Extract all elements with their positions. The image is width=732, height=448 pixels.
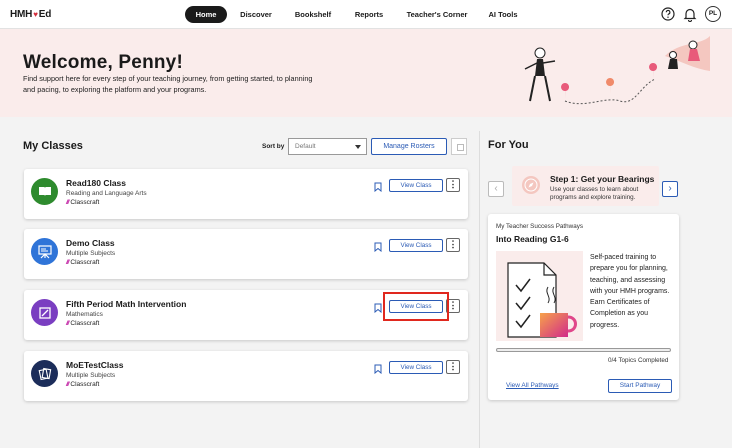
view-class-button[interactable]: View Class (389, 361, 443, 374)
nav-teachers-corner[interactable]: Teacher's Corner (402, 6, 472, 23)
pathway-description: Self-paced training to prepare you for p… (590, 254, 670, 329)
nav-home[interactable]: Home (185, 6, 227, 23)
welcome-banner: Welcome, Penny! Find support here for ev… (0, 29, 732, 117)
checklist-illustration (496, 251, 583, 341)
class-card-moetestclass: MoETestClass Multiple Subjects ///Classc… (24, 351, 468, 401)
nav-bookshelf[interactable]: Bookshelf (290, 6, 336, 23)
topics-completed: 0/4 Topics Completed (608, 357, 669, 364)
chevron-down-icon (355, 145, 361, 149)
more-options-icon[interactable]: ⋮ (446, 238, 460, 252)
column-divider (479, 131, 480, 448)
more-options-icon[interactable]: ⋮ (446, 360, 460, 374)
top-navigation: HMH♥Ed Home Discover Bookshelf Reports T… (0, 0, 732, 29)
compass-icon (522, 176, 540, 194)
classcraft-badge: ///Classcraft (66, 381, 100, 388)
view-class-button[interactable]: View Class (389, 179, 443, 192)
bell-icon[interactable] (682, 6, 698, 22)
step-description: Use your classes to learn about programs… (550, 186, 639, 201)
sort-label: Sort by (262, 143, 285, 150)
bookmark-icon[interactable] (374, 303, 382, 313)
my-classes-title: My Classes (23, 140, 83, 152)
start-pathway-button[interactable]: Start Pathway (608, 379, 672, 393)
classcraft-badge: ///Classcraft (66, 320, 100, 327)
page-title: Welcome, Penny! (23, 52, 183, 73)
carousel-prev-icon[interactable]: ‹ (488, 181, 504, 197)
cards-icon (31, 360, 58, 387)
pathway-title: Into Reading G1-6 (496, 234, 569, 244)
bookmark-icon[interactable] (374, 242, 382, 252)
pathway-progress-bar (496, 348, 671, 352)
layout-toggle-button[interactable] (451, 138, 467, 155)
class-name[interactable]: Read180 Class (66, 178, 126, 188)
heart-logo-icon: ♥ (33, 10, 38, 19)
more-options-icon[interactable]: ⋮ (446, 178, 460, 192)
pathway-label: My Teacher Success Pathways (496, 223, 584, 230)
nav-ai-tools[interactable]: AI Tools (484, 6, 522, 23)
classcraft-logo-icon: /// (66, 259, 70, 266)
class-card-demo: Demo Class Multiple Subjects ///Classcra… (24, 229, 468, 279)
math-icon (31, 299, 58, 326)
classcraft-logo-icon: /// (66, 320, 70, 327)
class-subject: Mathematics (66, 311, 103, 318)
carousel-next-icon[interactable]: › (662, 181, 678, 197)
nav-discover[interactable]: Discover (236, 6, 276, 23)
sort-select[interactable]: Default (288, 138, 367, 155)
class-subject: Multiple Subjects (66, 250, 116, 257)
class-name[interactable]: MoETestClass (66, 360, 123, 370)
class-subject: Multiple Subjects (66, 372, 116, 379)
bookmark-icon[interactable] (374, 364, 382, 374)
book-icon (31, 178, 58, 205)
hmh-ed-logo[interactable]: HMH♥Ed (10, 9, 51, 20)
nav-reports[interactable]: Reports (350, 6, 388, 23)
journey-illustration (524, 36, 710, 105)
classcraft-logo-icon: /// (66, 199, 70, 206)
classcraft-logo-icon: /// (66, 381, 70, 388)
class-name[interactable]: Fifth Period Math Intervention (66, 299, 186, 309)
welcome-subtitle: Find support here for every step of your… (23, 74, 313, 94)
view-all-pathways-link[interactable]: View All Pathways (506, 382, 559, 389)
view-class-button[interactable]: View Class (389, 239, 443, 252)
manage-rosters-button[interactable]: Manage Rosters (371, 138, 447, 155)
presentation-board-icon (31, 238, 58, 265)
avatar[interactable]: PL (705, 6, 721, 22)
classcraft-badge: ///Classcraft (66, 199, 100, 206)
for-you-title: For You (488, 139, 529, 151)
highlight-box (383, 292, 449, 321)
class-subject: Reading and Language Arts (66, 190, 147, 197)
step-title: Step 1: Get your Bearings (550, 174, 655, 184)
class-card-read180: Read180 Class Reading and Language Arts … (24, 169, 468, 219)
class-name[interactable]: Demo Class (66, 238, 115, 248)
bookmark-icon[interactable] (374, 182, 382, 192)
classcraft-badge: ///Classcraft (66, 259, 100, 266)
help-circle-icon[interactable] (660, 6, 676, 22)
